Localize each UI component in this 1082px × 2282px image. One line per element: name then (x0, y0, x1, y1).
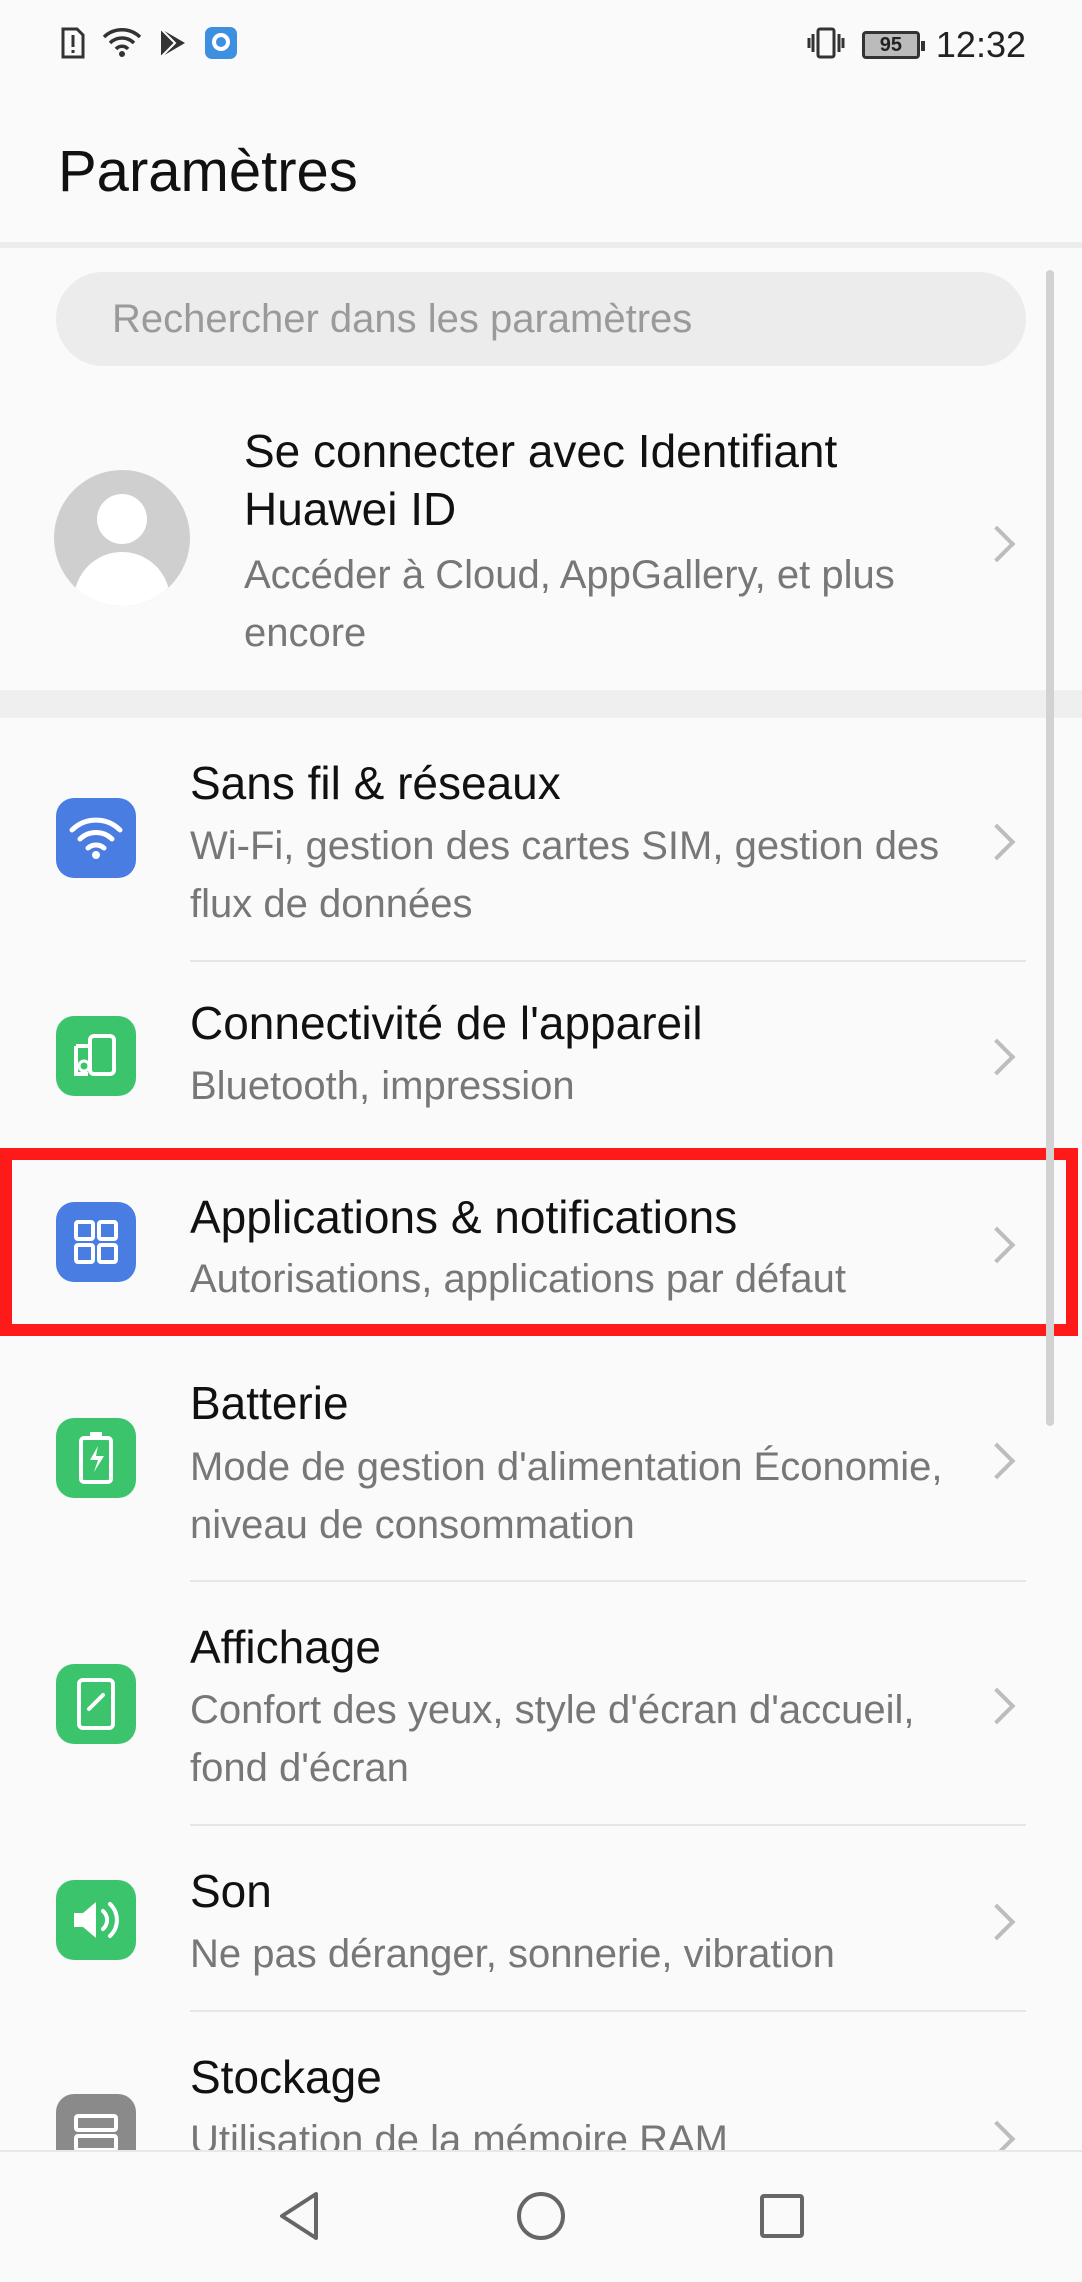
search-input[interactable] (110, 295, 994, 343)
header-divider (0, 242, 1082, 248)
chevron-right-icon (978, 1226, 1016, 1264)
settings-item-wireless-networks[interactable]: Sans fil & réseaux Wi-Fi, gestion des ca… (0, 718, 1040, 962)
item-title: Sans fil & réseaux (190, 757, 561, 809)
settings-item-battery[interactable]: Batterie Mode de gestion d'alimentation … (0, 1336, 1040, 1582)
battery-icon: 95 (861, 31, 925, 59)
settings-item-apps-notifications[interactable]: Applications & notifications Autorisatio… (0, 1148, 1040, 1336)
item-subtitle: Bluetooth, impression (190, 1064, 575, 1108)
item-subtitle: Wi-Fi, gestion des cartes SIM, gestion d… (190, 824, 940, 926)
huawei-id-login[interactable]: Se connecter avec Identifiant Huawei ID … (0, 400, 1040, 690)
battery-level: 95 (879, 33, 903, 56)
account-subtitle: Accéder à Cloud, AppGallery, et plus enc… (244, 553, 895, 655)
device-connectivity-icon (56, 1016, 136, 1096)
item-title: Stockage (190, 2051, 382, 2103)
apps-grid-icon (56, 1202, 136, 1282)
storage-icon (56, 2094, 136, 2150)
display-icon (56, 1664, 136, 1744)
recents-icon[interactable] (752, 2186, 812, 2246)
item-title: Affichage (190, 1621, 381, 1673)
item-subtitle: Confort des yeux, style d'écran d'accuei… (190, 1688, 915, 1790)
settings-item-sound[interactable]: Son Ne pas déranger, sonnerie, vibration (0, 1826, 1040, 2012)
settings-item-display[interactable]: Affichage Confort des yeux, style d'écra… (0, 1582, 1040, 1826)
navigation-bar (0, 2150, 1082, 2282)
item-title: Connectivité de l'appareil (190, 997, 703, 1049)
account-title: Se connecter avec Identifiant Huawei ID (244, 425, 838, 535)
chevron-right-icon (978, 525, 1016, 563)
sound-icon (56, 1880, 136, 1960)
sim-alert-icon (60, 26, 86, 65)
chevron-right-icon (978, 2120, 1016, 2150)
home-icon[interactable] (511, 2186, 571, 2246)
chevron-right-icon (978, 1903, 1016, 1941)
assistant-app-icon (204, 26, 238, 65)
play-store-icon (158, 27, 188, 64)
page-title: Paramètres (58, 139, 358, 204)
settings-item-device-connectivity[interactable]: Connectivité de l'appareil Bluetooth, im… (0, 962, 1040, 1148)
item-subtitle: Autorisations, applications par défaut (190, 1257, 846, 1301)
clock: 12:32 (935, 24, 1026, 65)
search-bar[interactable] (56, 272, 1026, 366)
status-bar: 95 12:32 (0, 0, 1082, 92)
chevron-right-icon (978, 1442, 1016, 1480)
battery-charge-icon (56, 1418, 136, 1498)
item-title: Son (190, 1865, 272, 1917)
chevron-right-icon (978, 1687, 1016, 1725)
back-icon[interactable] (270, 2186, 330, 2246)
item-title: Batterie (190, 1377, 349, 1429)
item-subtitle: Utilisation de la mémoire RAM (190, 2118, 728, 2150)
item-subtitle: Mode de gestion d'alimentation Économie,… (190, 1445, 943, 1547)
chevron-right-icon (978, 1038, 1016, 1076)
item-subtitle: Ne pas déranger, sonnerie, vibration (190, 1932, 835, 1976)
vibrate-icon (806, 26, 846, 65)
wifi-icon (102, 27, 142, 64)
wifi-icon (56, 798, 136, 878)
item-title: Applications & notifications (190, 1191, 738, 1243)
settings-item-storage[interactable]: Stockage Utilisation de la mémoire RAM (0, 2012, 1040, 2150)
chevron-right-icon (978, 823, 1016, 861)
avatar (54, 470, 190, 606)
section-divider (0, 690, 1082, 718)
scrollbar[interactable] (1046, 270, 1054, 1426)
